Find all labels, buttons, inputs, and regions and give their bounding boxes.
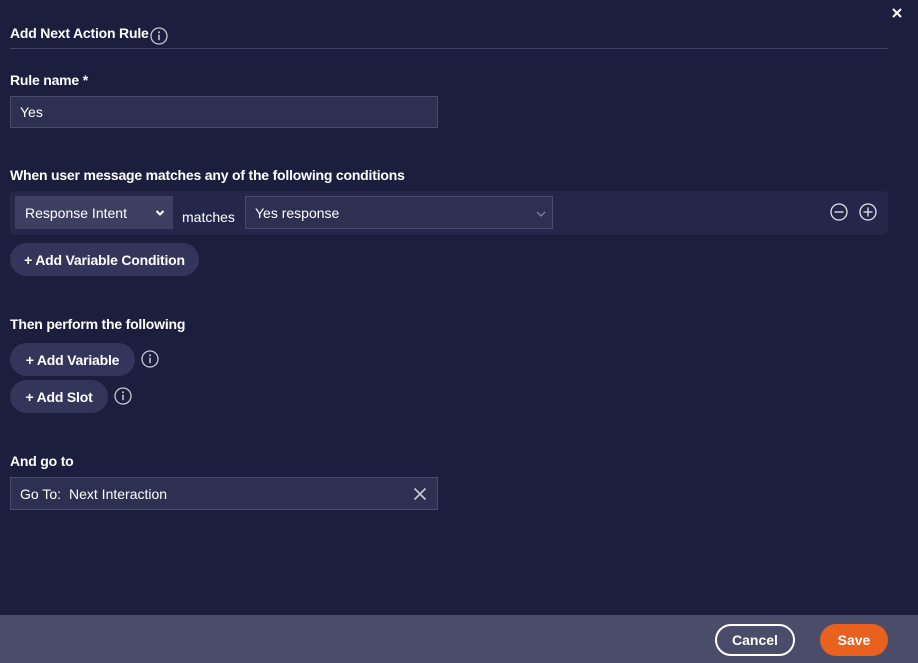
rule-name-label: Rule name *: [10, 72, 88, 88]
conditions-label: When user message matches any of the fol…: [10, 167, 405, 183]
actions-label: Then perform the following: [10, 316, 186, 332]
condition-type-value: Response Intent: [25, 204, 127, 221]
save-button[interactable]: Save: [820, 624, 888, 656]
goto-label: And go to: [10, 453, 74, 469]
title-divider: [10, 48, 888, 49]
add-variable-condition-button[interactable]: + Add Variable Condition: [10, 243, 199, 276]
clear-icon[interactable]: [413, 487, 427, 501]
rule-name-input[interactable]: Yes: [10, 96, 438, 128]
info-icon[interactable]: [150, 27, 168, 45]
condition-operator: matches: [182, 209, 235, 225]
plus-circle-icon: [859, 203, 877, 221]
cancel-button[interactable]: Cancel: [715, 624, 795, 656]
goto-prefix: Go To:: [20, 485, 61, 502]
goto-value: Next Interaction: [69, 485, 168, 502]
close-icon: [892, 8, 902, 18]
remove-condition-button[interactable]: [830, 203, 848, 221]
rule-name-value: Yes: [20, 104, 43, 120]
condition-match-select[interactable]: Yes response: [245, 196, 553, 229]
add-slot-info-icon[interactable]: [114, 387, 132, 405]
dialog-title: Add Next Action Rule: [10, 25, 149, 41]
add-variable-info-icon[interactable]: [141, 350, 159, 368]
chevron-down-icon: [155, 210, 165, 216]
add-variable-button[interactable]: + Add Variable: [10, 343, 135, 376]
add-slot-button[interactable]: + Add Slot: [10, 380, 108, 413]
minus-circle-icon: [830, 203, 848, 221]
condition-type-select[interactable]: Response Intent: [15, 196, 173, 229]
condition-match-value: Yes response: [255, 204, 340, 221]
chevron-down-icon: [536, 211, 546, 217]
goto-input[interactable]: Go To: Next Interaction: [10, 477, 438, 510]
close-button[interactable]: [890, 6, 904, 20]
add-condition-row-button[interactable]: [859, 203, 877, 221]
